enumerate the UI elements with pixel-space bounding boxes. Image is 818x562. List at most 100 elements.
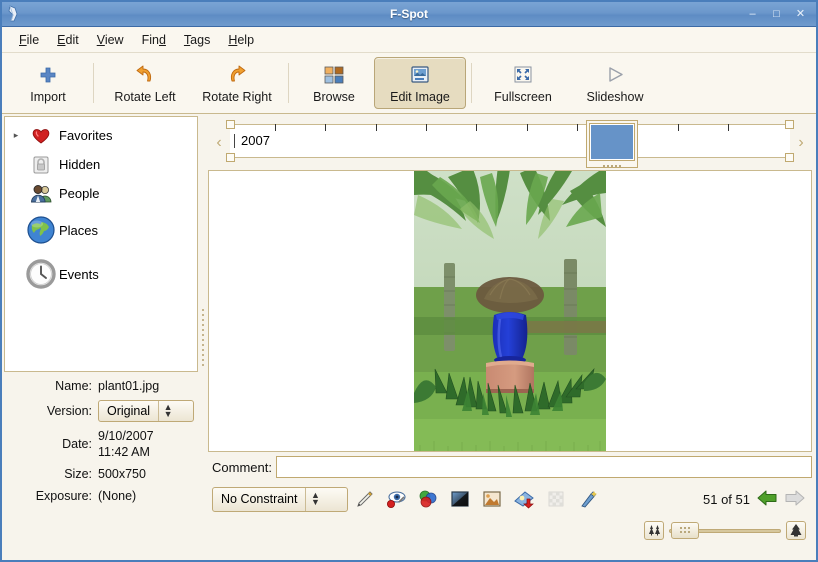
menubar: File Edit View Find Tags Help (2, 27, 816, 53)
sidebar-item-hidden[interactable]: Hidden (5, 150, 197, 179)
menu-help[interactable]: Help (219, 30, 263, 50)
timeline-selection-box[interactable] (586, 120, 638, 168)
globe-icon (23, 214, 59, 246)
metadata-row-name: Name: plant01.jpg (6, 378, 192, 394)
sidebar-item-events[interactable]: Events (5, 252, 197, 296)
timeline-handle-top-left[interactable] (226, 120, 235, 129)
left-column: ▸ Favorites Hidden People Places Events … (2, 114, 198, 560)
heart-icon (23, 126, 59, 146)
rotate-right-icon (226, 62, 248, 88)
comment-input[interactable] (275, 456, 812, 478)
comment-row: Comment: (208, 452, 812, 482)
body-split: ▸ Favorites Hidden People Places Events … (2, 114, 816, 560)
zoom-out-trees-icon[interactable] (644, 520, 664, 540)
fullscreen-icon (512, 62, 534, 88)
timeline-track[interactable]: 2007 (226, 120, 794, 162)
previous-photo-button[interactable] (756, 489, 778, 510)
metadata-value-size: 500x750 (98, 467, 146, 481)
metadata-row-exposure: Exposure: (None) (6, 488, 192, 504)
zoom-slider[interactable] (669, 521, 781, 540)
toolbar-slideshow-label: Slideshow (586, 90, 644, 104)
soft-focus-icon[interactable] (508, 485, 540, 513)
toolbar-edit-image-button[interactable]: Edit Image (374, 57, 466, 109)
menu-view[interactable]: View (88, 30, 133, 50)
chevron-right-icon[interactable]: ▸ (9, 130, 23, 141)
color-adjust-icon[interactable] (412, 485, 444, 513)
desaturate-icon[interactable] (444, 485, 476, 513)
chevron-updown-icon: ▲ ▼ (158, 401, 177, 421)
menu-file[interactable]: File (10, 30, 48, 50)
timeline-handle-bottom-right[interactable] (785, 153, 794, 162)
maximize-icon[interactable]: □ (769, 7, 784, 21)
sidebar-label-hidden: Hidden (59, 157, 101, 172)
version-dropdown-value: Original (107, 404, 151, 418)
metadata-row-date: Date: 9/10/2007 11:42 AM (6, 428, 192, 460)
toolbar-rotate-left-label: Rotate Left (114, 90, 176, 104)
version-dropdown[interactable]: Original ▲ ▼ (98, 400, 194, 422)
metadata-label-date: Date: (62, 437, 92, 451)
sidebar-item-places[interactable]: Places (5, 208, 197, 252)
rotate-left-icon (134, 62, 156, 88)
metadata-value-date: 9/10/2007 11:42 AM (98, 428, 154, 460)
sidebar-item-people[interactable]: People (5, 179, 197, 208)
toolbar-import-label: Import (30, 90, 66, 104)
photo-image (414, 171, 606, 451)
zoom-in-tree-icon[interactable] (786, 520, 806, 540)
timeline-selection-thumbnail (589, 123, 635, 161)
people-icon (23, 183, 59, 205)
sidebar-label-places: Places (59, 222, 99, 238)
toolbar-fullscreen-button[interactable]: Fullscreen (477, 57, 569, 109)
photo-display-pane[interactable] (208, 170, 812, 452)
toolbar-separator-1 (93, 63, 94, 103)
photo-counter: 51 of 51 (703, 491, 750, 507)
timeline-selection-grip-icon (603, 165, 621, 167)
metadata-label-version: Version: (46, 404, 92, 418)
crop-constraint-dropdown[interactable]: No Constraint ▲ ▼ (212, 486, 348, 512)
metadata-label-name: Name: (55, 379, 92, 393)
timeline-handle-bottom-left[interactable] (226, 153, 235, 162)
sidebar-item-favorites[interactable]: ▸ Favorites (5, 121, 197, 150)
red-eye-removal-icon[interactable] (380, 485, 412, 513)
clock-icon (23, 258, 59, 290)
metadata-row-size: Size: 500x750 (6, 466, 192, 482)
toolbar-rotate-right-button[interactable]: Rotate Right (191, 57, 283, 109)
toolbar-fullscreen-label: Fullscreen (494, 90, 552, 104)
toolbar-separator-2 (288, 63, 289, 103)
browse-grid-icon (323, 62, 345, 88)
pane-splitter-handle[interactable] (198, 114, 208, 560)
plus-icon (38, 62, 58, 88)
metadata-label-size: Size: (64, 467, 92, 481)
crop-transparent-icon (540, 485, 572, 513)
metadata-row-version: Version: Original ▲ ▼ (6, 400, 194, 422)
sepia-tone-icon[interactable] (476, 485, 508, 513)
metadata-value-date-line2: 11:42 AM (98, 445, 150, 459)
close-icon[interactable]: ✕ (793, 7, 808, 21)
timeline-ticks (230, 124, 790, 131)
metadata-pane: Name: plant01.jpg Version: Original ▲ ▼ D… (4, 372, 198, 560)
menu-edit[interactable]: Edit (48, 30, 88, 50)
toolbar-slideshow-button[interactable]: Slideshow (569, 57, 661, 109)
toolbar-browse-button[interactable]: Browse (294, 57, 374, 109)
timeline-year-label: 2007 (234, 134, 270, 148)
toolbar-rotate-left-button[interactable]: Rotate Left (99, 57, 191, 109)
photo-navigation: 51 of 51 (703, 489, 810, 510)
menu-find[interactable]: Find (133, 30, 175, 50)
toolbar-import-button[interactable]: Import (8, 57, 88, 109)
zoom-control-strip (208, 516, 812, 546)
titlebar: F-Spot – □ ✕ (2, 2, 816, 27)
toolbar-edit-image-label: Edit Image (390, 90, 450, 104)
chevron-updown-icon: ▲ ▼ (305, 487, 324, 511)
zoom-slider-thumb[interactable] (671, 521, 699, 539)
timeline-handle-top-right[interactable] (785, 120, 794, 129)
sidebar-label-events: Events (59, 266, 99, 282)
window-controls: – □ ✕ (745, 7, 812, 21)
menu-tags[interactable]: Tags (175, 30, 219, 50)
main-toolbar: Import Rotate Left Rotate Right Browse E… (2, 53, 816, 114)
minimize-icon[interactable]: – (745, 7, 760, 21)
comment-label: Comment: (212, 459, 272, 475)
straighten-icon[interactable] (348, 485, 380, 513)
padlock-icon (23, 155, 59, 175)
edit-image-icon (409, 62, 431, 88)
auto-color-wand-icon[interactable] (572, 485, 604, 513)
statusbar (208, 546, 812, 560)
